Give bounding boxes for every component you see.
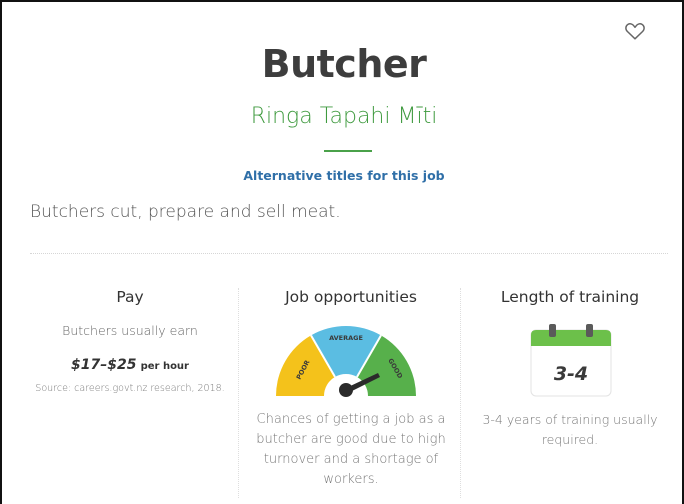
- calendar-value: 3-4: [554, 363, 588, 385]
- gauge-label-average: AVERAGE: [329, 334, 363, 342]
- training-text: 3-4 years of training usually required.: [482, 412, 658, 447]
- job-profile-card: Butcher Ringa Tapahi Mīti Alternative ti…: [0, 0, 684, 504]
- training-heading: Length of training: [500, 288, 640, 306]
- calendar-icon: 3-4: [530, 324, 612, 397]
- job-description: Butchers cut, prepare and sell meat.: [30, 202, 341, 222]
- title-underline: [324, 150, 372, 152]
- heart-icon[interactable]: [624, 20, 646, 42]
- pay-amount: $17–$25: [71, 357, 137, 373]
- section-divider: [30, 253, 668, 254]
- column-divider: [238, 288, 239, 498]
- gauge-icon: POOR AVERAGE GOOD: [276, 326, 416, 397]
- alternative-titles-link[interactable]: Alternative titles for this job: [2, 168, 682, 183]
- maori-title: Ringa Tapahi Mīti: [250, 104, 438, 129]
- pay-heading: Pay: [116, 288, 144, 306]
- job-opportunities-heading: Job opportunities: [285, 288, 417, 306]
- pay-source: Source: careers.govt.nz research, 2018.: [35, 383, 225, 394]
- pay-amount-line: $17–$25 per hour: [32, 357, 228, 373]
- pay-unit: per hour: [140, 361, 189, 372]
- job-opportunities-text: Chances of getting a job as a butcher ar…: [256, 412, 446, 487]
- pay-subtitle: Butchers usually earn: [62, 323, 198, 338]
- column-divider: [460, 288, 461, 498]
- page-title: Butcher: [261, 42, 427, 86]
